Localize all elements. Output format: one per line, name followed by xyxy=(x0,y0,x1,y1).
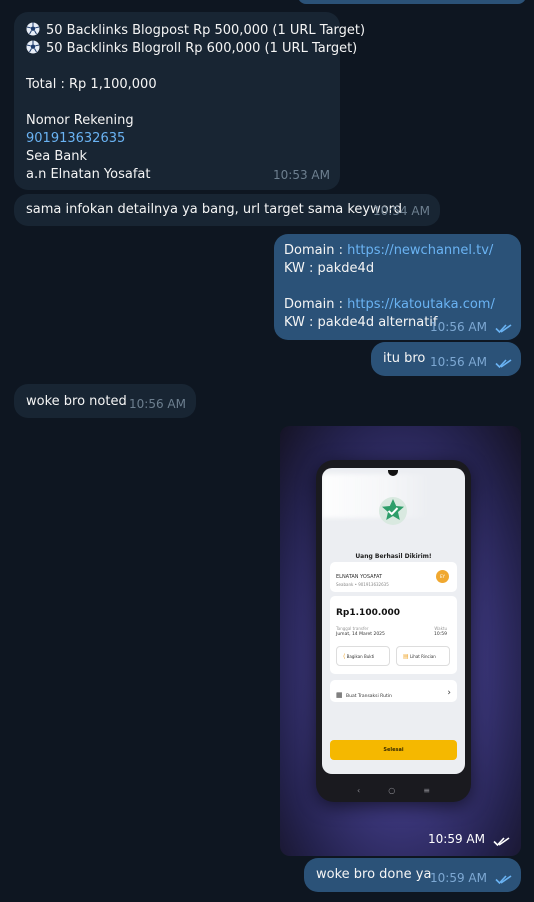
message-bubble-domains[interactable]: Domain : https://newchannel.tv/ KW : pak… xyxy=(274,234,521,340)
total-text: Total : Rp 1,100,000 xyxy=(26,77,157,92)
message-time: 10:56 AM xyxy=(430,320,487,334)
menu-icon: ≡ xyxy=(423,786,458,795)
read-ticks-icon xyxy=(495,359,512,369)
bank-name: Sea Bank xyxy=(26,149,88,164)
domain-link-newchannel[interactable]: https://newchannel.tv/ xyxy=(347,243,493,258)
message-bubble-itu-bro[interactable]: itu bro 10:56 AM xyxy=(371,342,521,376)
document-icon: ▤ xyxy=(403,653,409,660)
phone-screen: Uang Berhasil Dikirim! ELNATAN YOSAFAT S… xyxy=(322,468,465,774)
message-bubble-done[interactable]: woke bro done ya 10:59 AM xyxy=(304,858,521,892)
chat-area[interactable]: 50 Backlinks Blogpost Rp 500,000 (1 URL … xyxy=(0,0,534,902)
calendar-icon: ▦ xyxy=(336,691,343,699)
message-time: 10:59 AM xyxy=(430,871,487,885)
details-label: Lihat Rincian xyxy=(409,654,436,659)
screen-glare xyxy=(322,474,432,518)
back-icon: ‹ xyxy=(357,786,389,795)
recipient-account: Seabank • 901913632635 xyxy=(336,582,389,587)
domain-line-2: Domain : https://katoutaka.com/ xyxy=(284,296,511,314)
message-time: 10:53 AM xyxy=(273,168,330,182)
photo-time: 10:59 AM xyxy=(428,832,485,846)
message-time: 10:56 AM xyxy=(129,397,186,411)
phone-image: Uang Berhasil Dikirim! ELNATAN YOSAFAT S… xyxy=(316,460,471,802)
success-check-icon xyxy=(379,497,407,525)
avatar: EY xyxy=(436,570,449,583)
done-button[interactable]: Selesai xyxy=(330,740,457,760)
chevron-right-icon: › xyxy=(447,688,451,698)
time-value: 10:59 xyxy=(434,632,447,637)
pricing-line-blogpost: 50 Backlinks Blogpost Rp 500,000 (1 URL … xyxy=(26,22,365,40)
domain-label: Domain : xyxy=(284,297,348,312)
message-time: 10:56 AM xyxy=(430,355,487,369)
share-receipt-button[interactable]: ⟨ Bagikan Bukti xyxy=(336,646,390,666)
domain-link-katoutaka[interactable]: https://katoutaka.com/ xyxy=(347,297,495,312)
read-ticks-icon xyxy=(495,324,512,334)
routine-label: Buat Transaksi Rutin xyxy=(346,694,392,699)
soccer-ball-icon xyxy=(26,40,40,54)
recipient-card: ELNATAN YOSAFAT Seabank • 901913632635 E… xyxy=(330,562,457,592)
keyword-line-1: KW : pakde4d xyxy=(284,261,375,276)
message-bubble-request[interactable]: sama infokan detailnya ya bang, url targ… xyxy=(14,194,440,226)
android-nav-bar: ‹○≡ xyxy=(316,782,471,796)
previous-message-bubble[interactable] xyxy=(298,0,526,4)
pricing-line-blogroll: 50 Backlinks Blogroll Rp 600,000 (1 URL … xyxy=(26,40,357,58)
message-bubble-noted[interactable]: woke bro noted 10:56 AM xyxy=(14,384,196,418)
routine-transaction-row[interactable]: ▦ Buat Transaksi Rutin › xyxy=(330,680,457,702)
message-time: 10:54 AM xyxy=(373,204,430,218)
soccer-ball-icon xyxy=(26,22,40,36)
read-ticks-icon xyxy=(493,837,510,847)
view-details-button[interactable]: ▤ Lihat Rincian xyxy=(396,646,450,666)
home-icon: ○ xyxy=(388,786,424,795)
read-ticks-icon xyxy=(495,875,512,885)
domain-label: Domain : xyxy=(284,243,348,258)
domain-line-1: Domain : https://newchannel.tv/ xyxy=(284,242,511,260)
photo-message[interactable]: Uang Berhasil Dikirim! ELNATAN YOSAFAT S… xyxy=(280,426,521,856)
bank-heading: Nomor Rekening xyxy=(26,113,134,128)
date-value: Jumat, 14 Maret 2025 xyxy=(336,632,385,637)
share-label: Bagikan Bukti xyxy=(346,654,375,659)
amount-card: Rp1.100.000 Tanggal transfer Jumat, 14 M… xyxy=(330,596,457,674)
share-icon: ⟨ xyxy=(343,653,346,660)
message-bubble-pricing[interactable]: 50 Backlinks Blogpost Rp 500,000 (1 URL … xyxy=(14,12,365,190)
account-number-link[interactable]: 901913632635 xyxy=(26,130,328,148)
message-text: sama infokan detailnya ya bang, url targ… xyxy=(26,202,403,217)
